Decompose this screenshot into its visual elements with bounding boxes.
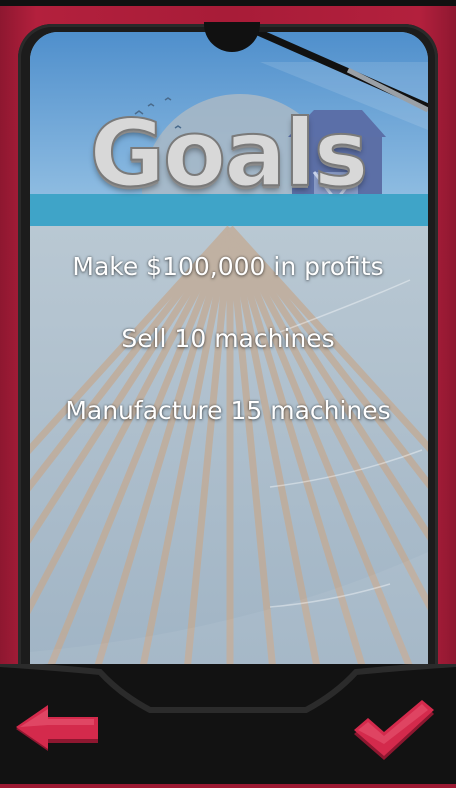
goal-item: Sell 10 machines	[121, 324, 335, 353]
goal-item: Make $100,000 in profits	[72, 252, 384, 281]
arrow-left-icon	[16, 705, 98, 751]
goal-item: Manufacture 15 machines	[65, 396, 391, 425]
checkmark-icon	[354, 700, 434, 760]
confirm-button[interactable]	[352, 700, 436, 762]
page-title: Goals	[88, 99, 369, 208]
back-button[interactable]	[14, 703, 100, 755]
top-bar	[0, 0, 456, 6]
